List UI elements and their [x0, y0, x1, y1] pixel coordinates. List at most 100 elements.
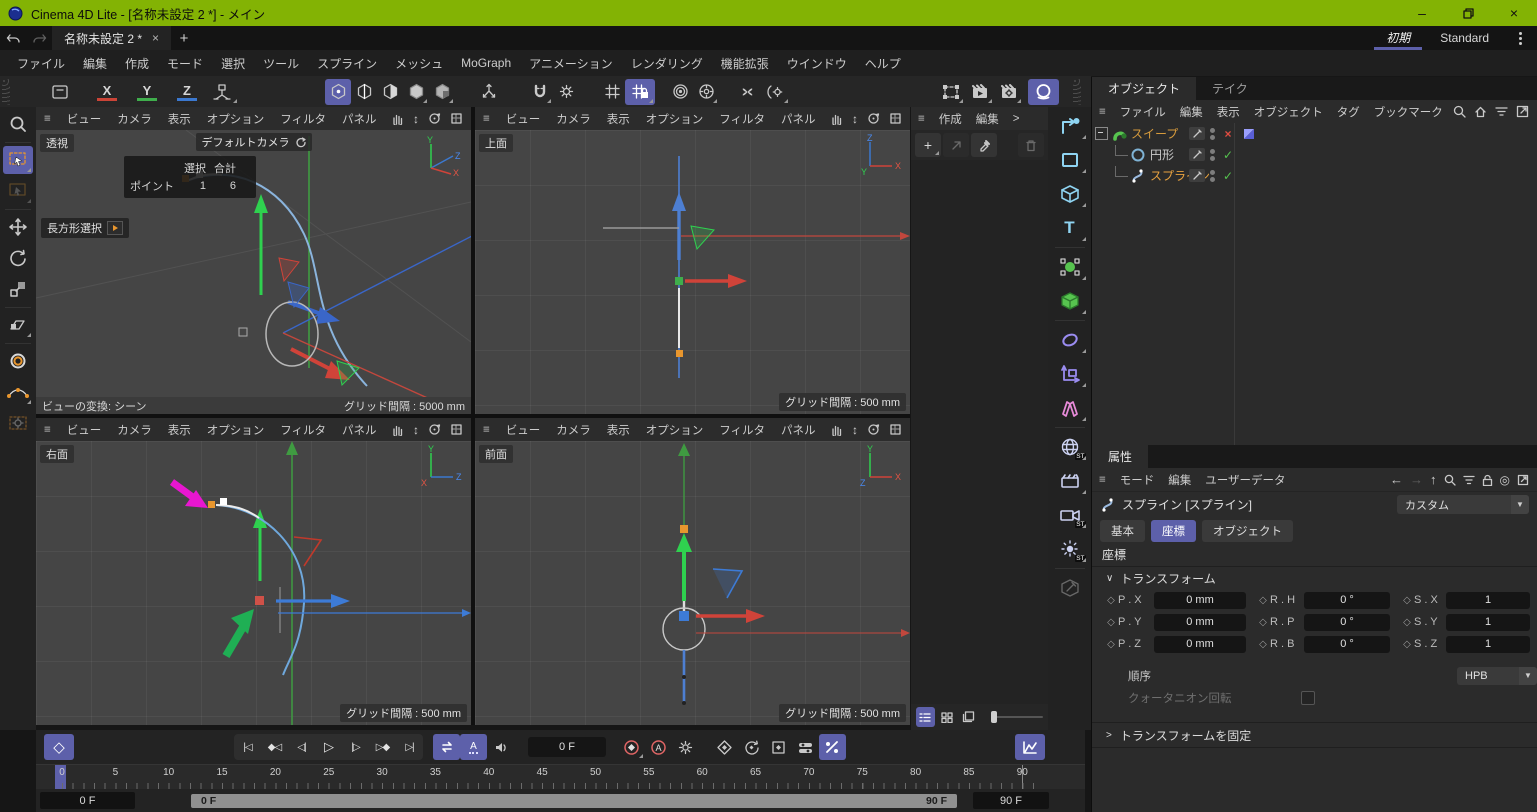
rotate-tool[interactable]	[3, 244, 33, 272]
live-selection-tool[interactable]	[3, 177, 33, 205]
attr-menu-mode[interactable]: モード	[1113, 472, 1162, 488]
maximize-button[interactable]	[1445, 0, 1491, 26]
slider-knob[interactable]	[991, 711, 997, 723]
rh-field[interactable]: 0 °	[1304, 592, 1390, 609]
menu-animation[interactable]: アニメーション	[520, 55, 622, 72]
viewport-front-canvas[interactable]: 前面 Y X Z グリッド間隔 : 500 mm	[475, 441, 910, 725]
record-keyframe-button[interactable]: ◇	[44, 734, 74, 760]
vp-menu-filter[interactable]: フィルタ	[711, 422, 773, 438]
key-pla-button[interactable]	[819, 734, 846, 760]
vp-menu-view[interactable]: ビュー	[498, 422, 549, 438]
vp-menu-camera[interactable]: カメラ	[548, 111, 599, 127]
orbit-icon[interactable]	[428, 423, 441, 436]
attr-tab-object[interactable]: オブジェクト	[1202, 520, 1293, 542]
om-menu-bookmarks[interactable]: ブックマーク	[1367, 104, 1450, 120]
menu-extensions[interactable]: 機能拡張	[712, 55, 778, 72]
menu-tools[interactable]: ツール	[254, 55, 308, 72]
om-menu-objects[interactable]: オブジェクト	[1247, 104, 1330, 120]
vp-menu-view[interactable]: ビュー	[498, 111, 549, 127]
key-diamond-icon[interactable]: ◇	[1256, 639, 1270, 650]
vp-menu-panel[interactable]: パネル	[334, 111, 385, 127]
range-start-field[interactable]: 0 F	[40, 792, 135, 809]
search-icon[interactable]	[1444, 474, 1456, 486]
sy-field[interactable]: 1	[1446, 614, 1530, 631]
primitive-cube-button[interactable]	[1052, 178, 1088, 209]
attr-tab-coordinates[interactable]: 座標	[1151, 520, 1196, 542]
sx-field[interactable]: 1	[1446, 592, 1530, 609]
lock-icon[interactable]	[1482, 474, 1493, 486]
hamburger-icon[interactable]: ≡	[36, 113, 59, 125]
enabled-toggle[interactable]: ✓	[1221, 148, 1235, 162]
vp-menu-panel[interactable]: パネル	[773, 422, 824, 438]
lock-x-axis-button[interactable]: X	[92, 79, 122, 105]
vp-menu-options[interactable]: オプション	[199, 422, 273, 438]
timeline-ruler[interactable]: 051015202530354045505560657075808590	[36, 764, 1085, 789]
material-menu-create[interactable]: 作成	[932, 111, 969, 127]
deformer-button[interactable]	[1052, 285, 1088, 316]
pan-hand-icon[interactable]	[391, 112, 404, 125]
next-key-button[interactable]: ▷◆	[369, 734, 396, 760]
snap-settings-button[interactable]	[553, 79, 579, 105]
points-mode-button[interactable]	[325, 79, 351, 105]
sky-object-button[interactable]: ST	[1052, 431, 1088, 462]
hamburger-icon[interactable]: ≡	[36, 424, 59, 436]
vp-menu-camera[interactable]: カメラ	[109, 422, 160, 438]
hamburger-icon[interactable]: ≡	[1092, 106, 1113, 118]
tree-row-circle[interactable]: 円形 ✓	[1092, 144, 1537, 165]
tree-row-spline[interactable]: スプライン ✓	[1092, 165, 1537, 186]
track-mode-icon[interactable]: ◎	[1500, 473, 1510, 487]
om-menu-edit[interactable]: 編集	[1173, 104, 1210, 120]
key-diamond-icon[interactable]: ◇	[1256, 595, 1270, 606]
orbit-icon[interactable]	[428, 112, 441, 125]
previous-key-button[interactable]: ◆◁	[261, 734, 288, 760]
dolly-icon[interactable]: ↕	[852, 423, 858, 437]
document-tab[interactable]: 名称未設定 2 * ×	[52, 26, 171, 50]
enable-axis-button[interactable]	[475, 79, 503, 105]
vp-menu-filter[interactable]: フィルタ	[711, 111, 773, 127]
record-active-objects-button[interactable]	[618, 734, 645, 760]
current-frame-field[interactable]: 0 F	[528, 737, 606, 757]
viewport-filter-button[interactable]	[3, 110, 33, 138]
menu-help[interactable]: ヘルプ	[856, 55, 910, 72]
toggle-view-icon[interactable]	[450, 423, 463, 436]
dolly-icon[interactable]: ↕	[413, 423, 419, 437]
generator-button[interactable]	[1052, 251, 1088, 282]
next-frame-button[interactable]: |▷	[342, 734, 369, 760]
open-window-icon[interactable]	[1517, 474, 1529, 486]
camera-object-button[interactable]: ST	[1052, 499, 1088, 530]
orbit-icon[interactable]	[867, 112, 880, 125]
menu-mesh[interactable]: メッシュ	[386, 55, 452, 72]
material-list-area[interactable]	[911, 160, 1048, 704]
grid-view-button[interactable]	[938, 707, 957, 727]
interactive-render-button[interactable]	[1028, 79, 1059, 105]
spline-primitive-button[interactable]	[1052, 144, 1088, 175]
delete-material-button[interactable]	[1018, 133, 1044, 157]
model-mode-button[interactable]	[403, 79, 429, 105]
dolly-icon[interactable]: ↕	[413, 112, 419, 126]
menu-mograph[interactable]: MoGraph	[452, 56, 520, 70]
vp-menu-options[interactable]: オプション	[638, 422, 712, 438]
quaternion-checkbox[interactable]	[1301, 691, 1315, 705]
pan-hand-icon[interactable]	[830, 112, 843, 125]
sound-toggle-button[interactable]	[487, 734, 514, 760]
hamburger-icon[interactable]: ≡	[1092, 474, 1113, 486]
goto-start-button[interactable]: |◁	[234, 734, 261, 760]
vp-menu-display[interactable]: 表示	[160, 422, 199, 438]
tab-attributes[interactable]: 属性	[1092, 445, 1148, 468]
transform-group-header[interactable]: ∨ トランスフォーム	[1092, 567, 1537, 589]
rb-field[interactable]: 0 °	[1304, 636, 1390, 653]
key-rotation-button[interactable]	[738, 734, 765, 760]
toggle-view-icon[interactable]	[889, 112, 902, 125]
vp-menu-view[interactable]: ビュー	[59, 111, 110, 127]
vp-menu-camera[interactable]: カメラ	[548, 422, 599, 438]
play-button[interactable]: ▷	[315, 734, 342, 760]
key-diamond-icon[interactable]: ◇	[1104, 639, 1118, 650]
symmetry-object-button[interactable]	[1052, 392, 1088, 423]
symmetry-settings-button[interactable]	[760, 79, 790, 105]
menu-select[interactable]: 選択	[212, 55, 254, 72]
vp-menu-filter[interactable]: フィルタ	[272, 111, 334, 127]
material-create-button[interactable]	[1052, 572, 1088, 603]
tab-objects[interactable]: オブジェクト	[1092, 77, 1196, 100]
new-tab-button[interactable]: +	[171, 26, 197, 50]
pan-hand-icon[interactable]	[830, 423, 843, 436]
